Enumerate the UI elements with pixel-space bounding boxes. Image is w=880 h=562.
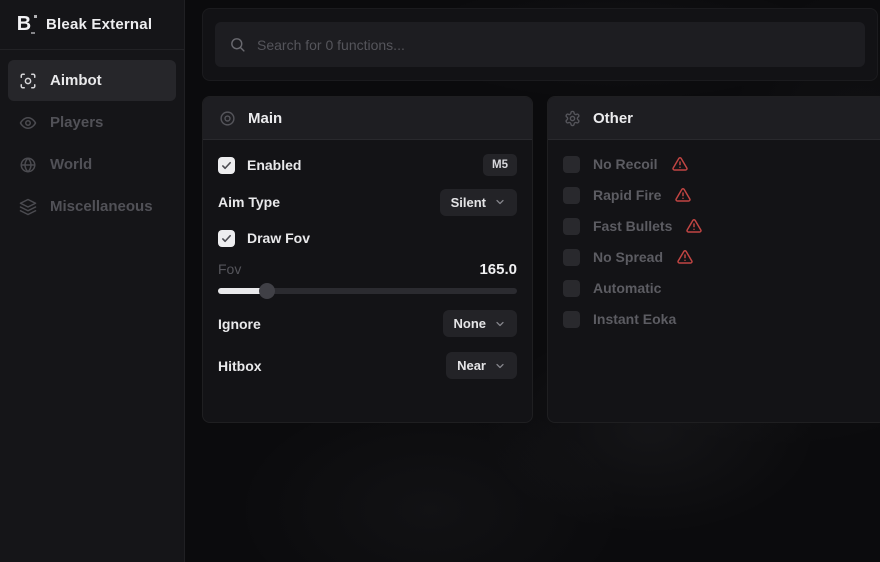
sidebar-item-miscellaneous[interactable]: Miscellaneous bbox=[8, 186, 176, 227]
chevron-down-icon bbox=[494, 318, 506, 330]
other-row-no-spread: No Spread bbox=[563, 246, 871, 268]
draw-fov-row: Draw Fov bbox=[218, 229, 517, 247]
sidebar-item-aimbot[interactable]: Aimbot bbox=[8, 60, 176, 101]
warning-icon bbox=[686, 218, 702, 234]
other-panel: Other No Recoil Rapid Fire Fast B bbox=[547, 96, 880, 423]
logo-letter: B bbox=[17, 13, 31, 36]
main-panel-title: Main bbox=[248, 110, 282, 127]
sidebar-header: B Bleak External bbox=[0, 0, 184, 50]
warning-icon bbox=[675, 187, 691, 203]
instant-eoka-checkbox[interactable] bbox=[563, 311, 580, 328]
sidebar-item-label: Miscellaneous bbox=[50, 198, 153, 215]
instant-eoka-label: Instant Eoka bbox=[593, 311, 676, 327]
automatic-label: Automatic bbox=[593, 280, 661, 296]
sidebar-item-players[interactable]: Players bbox=[8, 102, 176, 143]
other-panel-title: Other bbox=[593, 110, 633, 127]
chevron-down-icon bbox=[494, 360, 506, 372]
check-icon bbox=[221, 233, 232, 244]
keybind-button[interactable]: M5 bbox=[483, 154, 517, 176]
other-row-automatic: Automatic bbox=[563, 277, 871, 299]
enabled-checkbox[interactable] bbox=[218, 157, 235, 174]
other-panel-header: Other bbox=[548, 97, 880, 140]
enabled-label: Enabled bbox=[247, 157, 301, 173]
fast-bullets-checkbox[interactable] bbox=[563, 218, 580, 235]
draw-fov-label: Draw Fov bbox=[247, 230, 310, 246]
fov-label: Fov bbox=[218, 261, 241, 277]
aim-type-row: Aim Type Silent bbox=[218, 189, 517, 215]
aim-type-dropdown[interactable]: Silent bbox=[440, 189, 517, 216]
app-title: Bleak External bbox=[46, 16, 152, 33]
search-icon bbox=[229, 36, 246, 53]
aim-type-value: Silent bbox=[451, 195, 486, 210]
hitbox-value: Near bbox=[457, 358, 486, 373]
focus-crosshair-icon bbox=[19, 72, 37, 90]
enabled-row: Enabled M5 bbox=[218, 153, 517, 177]
eye-icon bbox=[19, 114, 37, 132]
ignore-value: None bbox=[454, 316, 487, 331]
other-row-fast-bullets: Fast Bullets bbox=[563, 215, 871, 237]
draw-fov-checkbox[interactable] bbox=[218, 230, 235, 247]
no-spread-checkbox[interactable] bbox=[563, 249, 580, 266]
other-row-rapid-fire: Rapid Fire bbox=[563, 184, 871, 206]
globe-icon bbox=[19, 156, 37, 174]
other-row-no-recoil: No Recoil bbox=[563, 153, 871, 175]
other-row-instant-eoka: Instant Eoka bbox=[563, 308, 871, 330]
ignore-dropdown[interactable]: None bbox=[443, 310, 518, 337]
search-box bbox=[215, 22, 865, 67]
no-spread-label: No Spread bbox=[593, 249, 663, 265]
app-logo-icon: B bbox=[12, 12, 36, 38]
layers-icon bbox=[19, 198, 37, 216]
sidebar-nav: Aimbot Players World bbox=[0, 50, 184, 238]
ignore-row: Ignore None bbox=[218, 310, 517, 337]
search-panel bbox=[202, 8, 878, 81]
search-input[interactable] bbox=[257, 37, 851, 53]
aim-type-label: Aim Type bbox=[218, 194, 280, 210]
rapid-fire-checkbox[interactable] bbox=[563, 187, 580, 204]
rapid-fire-label: Rapid Fire bbox=[593, 187, 661, 203]
hitbox-label: Hitbox bbox=[218, 358, 262, 374]
warning-icon bbox=[672, 156, 688, 172]
fov-slider[interactable] bbox=[218, 288, 517, 294]
fov-slider-thumb[interactable] bbox=[259, 283, 275, 299]
hitbox-dropdown[interactable]: Near bbox=[446, 352, 517, 379]
gear-icon bbox=[564, 110, 581, 127]
warning-icon bbox=[677, 249, 693, 265]
other-panel-body: No Recoil Rapid Fire Fast Bullets bbox=[548, 140, 880, 352]
fov-row: Fov 165.0 bbox=[218, 260, 517, 278]
disc-target-icon bbox=[219, 110, 236, 127]
main-panel: Main Enabled M5 Aim Type Silent bbox=[202, 96, 533, 423]
fov-value: 165.0 bbox=[479, 261, 517, 278]
main-panel-body: Enabled M5 Aim Type Silent Draw Fov Fov … bbox=[203, 140, 532, 392]
fast-bullets-label: Fast Bullets bbox=[593, 218, 672, 234]
sidebar: B Bleak External Aimbot Players bbox=[0, 0, 185, 562]
hitbox-row: Hitbox Near bbox=[218, 352, 517, 379]
automatic-checkbox[interactable] bbox=[563, 280, 580, 297]
sidebar-item-label: Players bbox=[50, 114, 103, 131]
check-icon bbox=[221, 160, 232, 171]
ignore-label: Ignore bbox=[218, 316, 261, 332]
sidebar-item-world[interactable]: World bbox=[8, 144, 176, 185]
no-recoil-label: No Recoil bbox=[593, 156, 658, 172]
chevron-down-icon bbox=[494, 196, 506, 208]
sidebar-item-label: World bbox=[50, 156, 92, 173]
no-recoil-checkbox[interactable] bbox=[563, 156, 580, 173]
sidebar-item-label: Aimbot bbox=[50, 72, 102, 89]
main-panel-header: Main bbox=[203, 97, 532, 140]
